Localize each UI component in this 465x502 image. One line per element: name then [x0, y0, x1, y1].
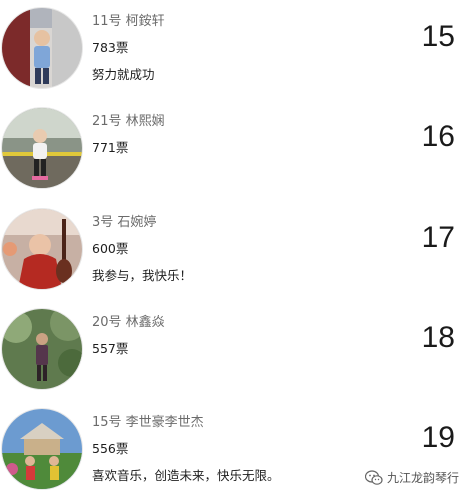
rank-number: 18	[421, 321, 455, 354]
contestant-motto: 我参与，我快乐！	[92, 268, 193, 283]
vote-count: 557票	[92, 341, 129, 356]
avatar	[2, 8, 82, 88]
contestant-name: 20号 林鑫焱	[92, 315, 165, 330]
vote-count: 600票	[92, 241, 129, 256]
list-item[interactable]: 20号 林鑫焱 557票 18	[0, 301, 465, 401]
avatar	[2, 309, 82, 389]
contestant-name: 21号 林熙娴	[92, 114, 165, 129]
list-item[interactable]: 11号 柯銨轩 783票 努力就成功 15	[0, 0, 465, 100]
contestant-motto: 喜欢音乐，创造未来，快乐无限。	[92, 468, 280, 483]
rank-number: 15	[421, 20, 455, 53]
list-item[interactable]: 3号 石婉婷 600票 我参与，我快乐！ 17	[0, 201, 465, 301]
contestant-name: 3号 石婉婷	[92, 215, 157, 230]
wechat-icon	[364, 469, 383, 486]
rank-number: 19	[421, 421, 455, 454]
watermark: 九江龙韵琴行	[364, 469, 459, 486]
list-item[interactable]: 21号 林熙娴 771票 16	[0, 100, 465, 200]
rank-number: 17	[421, 221, 455, 254]
contestant-motto: 努力就成功	[92, 67, 155, 82]
rank-number: 16	[421, 120, 455, 153]
avatar	[2, 409, 82, 489]
contestant-name: 15号 李世豪李世杰	[92, 415, 204, 430]
contestant-name: 11号 柯銨轩	[92, 14, 165, 29]
list-item[interactable]: 15号 李世豪李世杰 556票 喜欢音乐，创造未来，快乐无限。 19	[0, 401, 465, 501]
vote-count: 783票	[92, 40, 129, 55]
avatar	[2, 209, 82, 289]
avatar	[2, 108, 82, 188]
vote-count: 771票	[92, 140, 129, 155]
vote-count: 556票	[92, 441, 129, 456]
watermark-text: 九江龙韵琴行	[386, 471, 459, 485]
contestant-list: 11号 柯銨轩 783票 努力就成功 15 21号 林熙娴 771票 16 3号…	[0, 0, 465, 502]
